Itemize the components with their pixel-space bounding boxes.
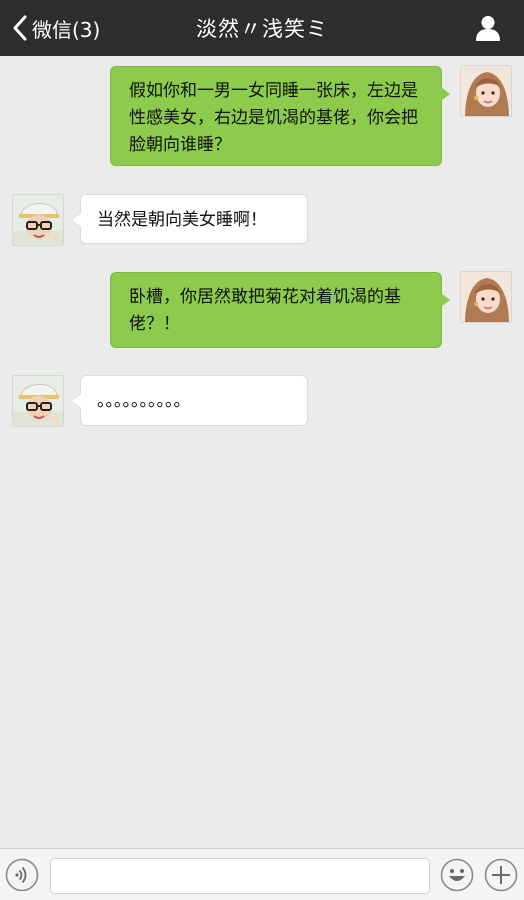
back-label: 微信(3) (32, 17, 101, 42)
back-button[interactable]: 微信(3) (12, 0, 100, 56)
chevron-left-icon (12, 15, 28, 41)
avatar-contact[interactable] (12, 194, 64, 246)
message-bubble-incoming[interactable]: 当然是朝向美女睡啊！ (71, 194, 308, 244)
avatar-contact[interactable] (12, 375, 64, 427)
message-bubble-outgoing[interactable]: 假如你和一男一女同睡一张床，左边是性感美女，右边是饥渴的基佬，你会把脸朝向谁睡？ (110, 66, 450, 166)
message-text: 卧槽，你居然敢把菊花对着饥渴的基佬？！ (129, 287, 401, 334)
message-bubble-outgoing[interactable]: 卧槽，你居然敢把菊花对着饥渴的基佬？！ (110, 272, 450, 348)
avatar-self[interactable] (460, 65, 512, 117)
person-icon[interactable] (474, 14, 502, 42)
message-input[interactable] (50, 858, 430, 894)
message-text: 假如你和一男一女同睡一张床，左边是性感美女，右边是饥渴的基佬，你会把脸朝向谁睡？ (129, 81, 418, 155)
message-text: 当然是朝向美女睡啊！ (97, 210, 267, 230)
chat-area: 假如你和一男一女同睡一张床，左边是性感美女，右边是饥渴的基佬，你会把脸朝向谁睡？ (0, 56, 524, 848)
message-bubble-incoming[interactable]: 。。。。。。。。。。 (71, 375, 308, 426)
emoji-icon[interactable] (440, 858, 474, 892)
voice-icon[interactable] (5, 858, 39, 892)
avatar-self[interactable] (460, 271, 512, 323)
message-text: 。。。。。。。。。。 (97, 391, 191, 411)
plus-icon[interactable] (484, 858, 518, 892)
input-bar (0, 848, 524, 900)
top-bar: 微信(3) 淡然〃浅笑ミ (0, 0, 524, 56)
